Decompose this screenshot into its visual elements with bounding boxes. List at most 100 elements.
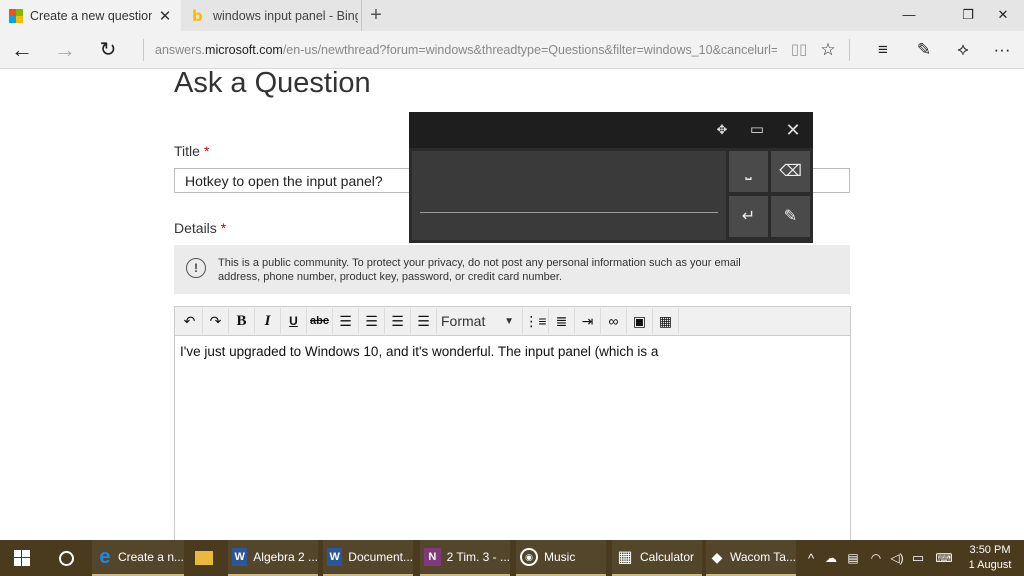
tab-create-question[interactable]: Create a new question c ✕ [0, 0, 181, 31]
details-editor[interactable]: I've just upgraded to Windows 10, and it… [174, 336, 851, 546]
back-arrow-icon[interactable]: ← [7, 35, 37, 65]
align-right-icon[interactable]: ☰ [385, 308, 411, 334]
strikethrough-button[interactable]: abc [307, 308, 333, 334]
privacy-notice: ! This is a public community. To protect… [174, 245, 850, 294]
format-dropdown[interactable]: Format ▼ [437, 308, 523, 334]
details-label: Details * [174, 220, 226, 236]
url-path: /en-us/newthread?forum=windows&threadtyp… [282, 43, 777, 57]
taskbar-item-onenote[interactable]: N 2 Tim. 3 - ... [420, 540, 510, 576]
taskbar-item-edge[interactable]: e Create a n... [92, 540, 184, 576]
action-center-icon[interactable]: ▭ [908, 540, 928, 576]
editor-toolbar: ↶ ↷ B I U abc ☰ ☰ ☰ ☰ Format ▼ ⋮≡ ≣ ⇥ ∞ … [174, 306, 851, 336]
link-icon[interactable]: ∞ [601, 308, 627, 334]
bullet-list-icon[interactable]: ⋮≡ [523, 308, 549, 334]
title-label: Title * [174, 143, 209, 159]
taskbar-item-label: Algebra 2 ... [253, 550, 318, 564]
edge-icon: e [99, 545, 111, 568]
enter-key-icon[interactable]: ↵ [729, 196, 768, 237]
url-prefix: answers. [155, 43, 206, 57]
favorite-star-icon[interactable]: ☆ [814, 35, 842, 65]
justify-icon[interactable]: ☰ [411, 308, 437, 334]
taskbar-item-label: Document... [348, 550, 413, 564]
taskbar: e Create a n... W Algebra 2 ... W Docume… [0, 540, 1024, 576]
word-icon: W [327, 548, 343, 566]
search-cortana-button[interactable] [55, 540, 77, 576]
dock-icon[interactable]: ▭ [744, 117, 770, 143]
show-hidden-icons[interactable]: ^ [802, 540, 820, 576]
forward-arrow-icon[interactable]: → [50, 35, 80, 65]
taskbar-item-word-algebra[interactable]: W Algebra 2 ... [228, 540, 318, 576]
bold-button[interactable]: B [229, 308, 255, 334]
wacom-tablet-icon: ◆ [711, 548, 723, 565]
volume-icon[interactable]: ◁) [887, 540, 907, 576]
required-mark: * [203, 143, 210, 159]
format-label: Format [441, 313, 486, 329]
taskbar-item-explorer[interactable] [192, 540, 216, 576]
input-panel-header: ✥ ▭ ✕ [409, 112, 813, 148]
system-clock[interactable]: 3:50 PM 1 August [962, 543, 1018, 573]
align-center-icon[interactable]: ☰ [359, 308, 385, 334]
minimize-button[interactable]: — [886, 0, 932, 31]
align-left-icon[interactable]: ☰ [333, 308, 359, 334]
hub-icon[interactable]: ≡ [869, 35, 897, 65]
touch-keyboard-icon[interactable]: ⌨ [929, 540, 959, 576]
tab-title: Create a new question c [30, 8, 152, 23]
word-icon: W [232, 548, 248, 566]
folder-icon [195, 551, 213, 565]
web-note-icon[interactable]: ✎ [910, 35, 938, 65]
cortana-icon [58, 550, 74, 566]
tab-bing-search[interactable]: b windows input panel - Bing [182, 0, 362, 31]
windows-logo-icon [9, 8, 23, 23]
address-field[interactable]: answers.microsoft.com/en-us/newthread?fo… [155, 43, 777, 57]
close-icon[interactable]: ✕ [780, 117, 806, 143]
tab-title: windows input panel - Bing [213, 8, 358, 23]
table-icon[interactable]: ▦ [653, 308, 679, 334]
start-button[interactable] [10, 540, 34, 576]
new-tab-button[interactable]: + [366, 4, 386, 26]
refresh-icon[interactable]: ↻ [93, 35, 123, 65]
backspace-key-icon[interactable]: ⌫ [771, 151, 810, 192]
chevron-down-icon: ▼ [504, 315, 514, 327]
share-icon[interactable]: ⟡ [949, 35, 977, 65]
clock-time: 3:50 PM [969, 544, 1011, 556]
underline-button[interactable]: U [281, 308, 307, 334]
title-label-text: Title [174, 143, 200, 159]
taskbar-item-label: Calculator [640, 550, 695, 564]
onedrive-icon[interactable]: ☁ [822, 540, 840, 576]
calculator-icon: ▦ [617, 549, 633, 566]
move-icon[interactable]: ✥ [709, 117, 735, 143]
window-close-button[interactable]: ✕ [980, 0, 1024, 31]
redo-icon[interactable]: ↷ [203, 308, 229, 334]
taskbar-item-calculator[interactable]: ▦ Calculator [612, 540, 702, 576]
italic-button[interactable]: I [255, 308, 281, 334]
tablet-mode-icon[interactable]: ▤ [843, 540, 863, 576]
space-key-icon[interactable]: ⎵ [729, 151, 768, 192]
taskbar-item-music[interactable]: ◉ Music [516, 540, 606, 576]
indent-icon[interactable]: ⇥ [575, 308, 601, 334]
taskbar-item-word-document[interactable]: W Document... [323, 540, 413, 576]
editor-text: I've just upgraded to Windows 10, and it… [180, 344, 659, 359]
url-domain: microsoft.com [205, 43, 283, 57]
taskbar-item-label: Create a n... [117, 550, 184, 564]
image-icon[interactable]: ▣ [627, 308, 653, 334]
tab-strip: Create a new question c ✕ b windows inpu… [0, 0, 1024, 31]
reading-view-icon[interactable]: ▯▯ [785, 35, 813, 65]
input-panel: ✥ ▭ ✕ ⎵ ⌫ ↵ ✎ [409, 112, 813, 243]
more-icon[interactable]: ··· [988, 35, 1016, 65]
wifi-icon[interactable]: ◠ [866, 540, 886, 576]
handwriting-area[interactable] [412, 151, 726, 240]
taskbar-item-label: Music [544, 550, 576, 564]
details-label-text: Details [174, 220, 217, 236]
handwriting-icon[interactable]: ✎ [771, 196, 810, 237]
taskbar-item-wacom[interactable]: ◆ Wacom Ta... [706, 540, 796, 576]
close-icon[interactable]: ✕ [158, 7, 172, 25]
clock-date: 1 August [968, 559, 1012, 571]
onenote-icon: N [424, 548, 441, 566]
windows-logo-icon [14, 550, 30, 566]
page-title: Ask a Question [174, 67, 371, 99]
notice-text: This is a public community. To protect y… [218, 257, 741, 283]
numbered-list-icon[interactable]: ≣ [549, 308, 575, 334]
required-mark: * [220, 220, 227, 236]
undo-icon[interactable]: ↶ [177, 308, 203, 334]
taskbar-item-label: 2 Tim. 3 - ... [446, 550, 510, 564]
